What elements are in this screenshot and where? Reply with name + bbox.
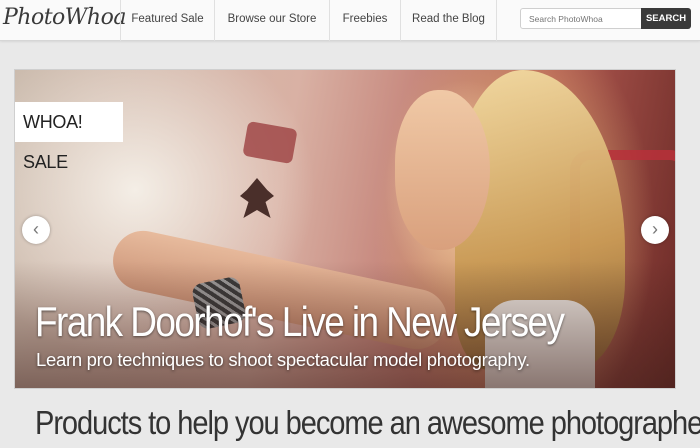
nav-featured-sale[interactable]: Featured Sale (120, 0, 214, 41)
hero-subtitle: Learn pro techniques to shoot spectacula… (36, 349, 530, 370)
search-button[interactable]: SEARCH (641, 8, 691, 29)
site-logo[interactable]: PhotoWhoa (3, 5, 126, 30)
next-slide-arrow-icon[interactable]: › (641, 216, 669, 244)
search-input[interactable] (520, 8, 642, 29)
prev-slide-arrow-icon[interactable]: ‹ (22, 216, 50, 244)
nav-freebies[interactable]: Freebies (329, 0, 400, 41)
products-heading: Products to help you become an awesome p… (35, 404, 700, 441)
sale-badge[interactable]: WHOA! SALE (15, 102, 123, 172)
nav-read-blog[interactable]: Read the Blog (400, 0, 497, 41)
hero-slider[interactable]: WHOA! SALE ‹ › Frank Doorhof's Live in N… (14, 69, 676, 389)
nav-browse-store[interactable]: Browse our Store (214, 0, 329, 41)
top-navigation-bar: PhotoWhoa Featured Sale Browse our Store… (0, 0, 700, 41)
hero-title[interactable]: Frank Doorhof's Live in New Jersey (35, 298, 598, 346)
